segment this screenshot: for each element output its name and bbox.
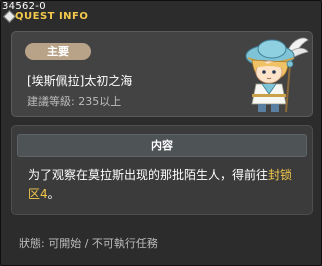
quest-status: 狀態: 可開始 / 不可執行任務 — [19, 237, 158, 250]
npc-portrait — [245, 37, 309, 113]
quest-summary-panel: 主要 [埃斯佩拉]太初之海 建議等級: 235以上 — [11, 31, 313, 117]
diamond-icon — [3, 10, 16, 23]
quest-content-panel: 内容 为了观察在莫拉斯出现的那批陌生人，得前往封锁区4。 — [11, 125, 313, 215]
window-title: QUEST INFO — [15, 11, 89, 22]
content-header: 内容 — [17, 134, 307, 157]
description-text: 为了观察在莫拉斯出现的那批陌生人，得前往 — [28, 168, 269, 182]
quest-info-window: 34562-0 QUEST INFO 主要 [埃斯佩拉]太初之海 建議等級: 2… — [0, 0, 322, 266]
level-requirement: 建議等級: 235以上 — [27, 95, 122, 108]
quest-type-badge: 主要 — [25, 43, 91, 60]
quest-description: 为了观察在莫拉斯出现的那批陌生人，得前往封锁区4。 — [28, 166, 303, 204]
description-end: 。 — [47, 187, 60, 201]
quest-name: [埃斯佩拉]太初之海 — [27, 74, 133, 88]
